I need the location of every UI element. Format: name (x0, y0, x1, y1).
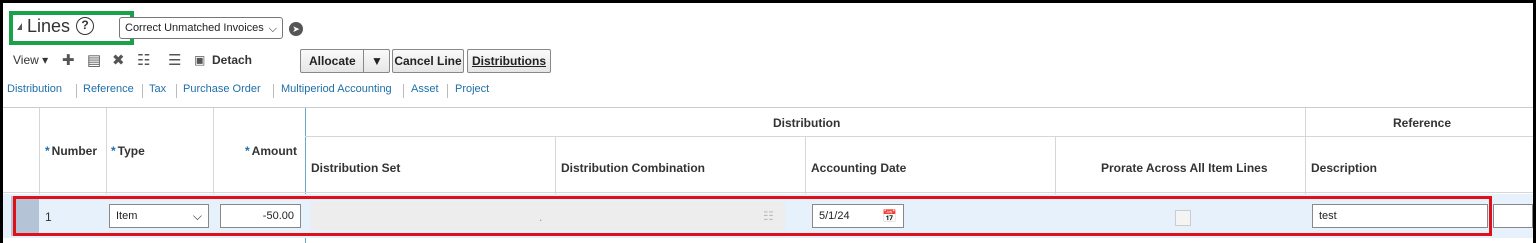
tab-distribution[interactable]: Distribution (7, 83, 62, 95)
toolbar: View ▾ ✚ ▤ ✖ ☷ ☰ ▣ Detach Allocate ▼ Can… (3, 49, 1533, 75)
column-header-type-label: Type (117, 144, 145, 158)
calendar-icon[interactable]: 📅 (882, 205, 897, 227)
tab-divider (403, 84, 404, 98)
distributions-button[interactable]: Distributions (467, 49, 551, 73)
reference-input[interactable] (1493, 204, 1533, 228)
panel-title: Lines (27, 16, 71, 36)
add-icon[interactable]: ✚ (62, 51, 75, 69)
freeze-icon[interactable]: ☷ (137, 51, 150, 69)
help-icon[interactable]: ? (76, 17, 94, 35)
action-select[interactable]: Correct Unmatched Invoices ⌵ (119, 17, 283, 39)
view-menu-label: View (13, 53, 39, 67)
group-header-distribution: Distribution (773, 116, 841, 130)
search-list-icon[interactable]: ☷ (763, 209, 774, 223)
column-divider (555, 136, 556, 194)
panel-header: Lines ? Correct Unmatched Invoices ⌵ ➤ (3, 3, 1533, 45)
description-input[interactable]: test (1312, 204, 1488, 228)
column-divider (39, 108, 40, 194)
lines-table: Distribution Reference * Number * Type * Am… (3, 107, 1533, 243)
column-divider (805, 136, 806, 194)
required-marker: * (245, 144, 250, 158)
required-marker: * (111, 144, 116, 158)
column-header-type[interactable]: * Type (111, 144, 145, 158)
tab-divider (176, 84, 177, 98)
column-header-amount-label: Amount (251, 144, 297, 158)
column-header-number[interactable]: * Number (45, 144, 97, 158)
column-header-accounting-date[interactable]: Accounting Date (811, 161, 906, 175)
view-menu[interactable]: View ▾ (13, 53, 48, 67)
line-number: 1 (45, 210, 52, 224)
tab-multiperiod-accounting[interactable]: Multiperiod Accounting (281, 83, 392, 95)
lines-panel: Lines ? Correct Unmatched Invoices ⌵ ➤ V… (3, 3, 1533, 243)
tab-bar: Distribution Reference Tax Purchase Orde… (3, 83, 1533, 103)
required-marker: * (45, 144, 50, 158)
go-icon[interactable]: ➤ (289, 22, 303, 36)
filter-icon[interactable]: ☰ (168, 51, 181, 69)
header-bottom-border (3, 192, 1533, 193)
amount-input[interactable]: -50.00 (220, 204, 301, 228)
tab-asset[interactable]: Asset (411, 83, 439, 95)
group-header-divider (305, 136, 1533, 137)
chevron-down-icon: ⌵ (268, 23, 277, 35)
column-header-distribution-combination[interactable]: Distribution Combination (561, 161, 705, 175)
column-divider (1055, 136, 1056, 194)
tab-reference[interactable]: Reference (83, 83, 134, 95)
tab-divider (142, 84, 143, 98)
collapse-triangle-icon[interactable] (17, 23, 22, 30)
prorate-checkbox[interactable] (1175, 210, 1191, 226)
column-header-prorate[interactable]: Prorate Across All Item Lines (1101, 161, 1268, 175)
type-select[interactable]: Item ⌵ (109, 204, 209, 228)
detach-button[interactable]: Detach (212, 53, 252, 67)
action-select-value: Correct Unmatched Invoices (125, 22, 264, 34)
chevron-down-icon: ▼ (371, 54, 383, 68)
tab-divider (447, 84, 448, 98)
tab-divider (76, 84, 77, 98)
distribution-combination-field[interactable] (311, 202, 785, 230)
chevron-down-icon: ⌵ (192, 209, 202, 223)
type-select-value: Item (116, 210, 138, 222)
row-selector[interactable] (11, 196, 39, 236)
cancel-line-button[interactable]: Cancel Line (392, 49, 464, 73)
tab-divider (273, 84, 274, 98)
allocate-label: Allocate (309, 54, 356, 68)
column-header-number-label: Number (51, 144, 98, 158)
allocate-dropdown-icon[interactable] (363, 49, 364, 73)
delete-icon[interactable]: ✖ (112, 51, 125, 69)
column-divider (106, 108, 107, 194)
column-header-amount[interactable]: * Amount (245, 144, 297, 158)
detach-icon[interactable]: ▣ (194, 53, 205, 67)
group-header-reference: Reference (1393, 116, 1452, 130)
column-header-description[interactable]: Description (1311, 161, 1377, 175)
tab-project[interactable]: Project (455, 83, 489, 95)
column-divider (213, 108, 214, 194)
accounting-date-input[interactable]: 5/1/24 📅 (812, 204, 904, 228)
tab-tax[interactable]: Tax (149, 83, 166, 95)
column-header-distribution-set[interactable]: Distribution Set (311, 161, 400, 175)
column-divider (1305, 108, 1306, 194)
distribution-combination-value: . (539, 210, 543, 224)
tab-purchase-order[interactable]: Purchase Order (183, 83, 261, 95)
edit-icon[interactable]: ▤ (87, 51, 101, 69)
accounting-date-value: 5/1/24 (819, 210, 850, 222)
allocate-button[interactable]: Allocate ▼ (300, 49, 390, 73)
